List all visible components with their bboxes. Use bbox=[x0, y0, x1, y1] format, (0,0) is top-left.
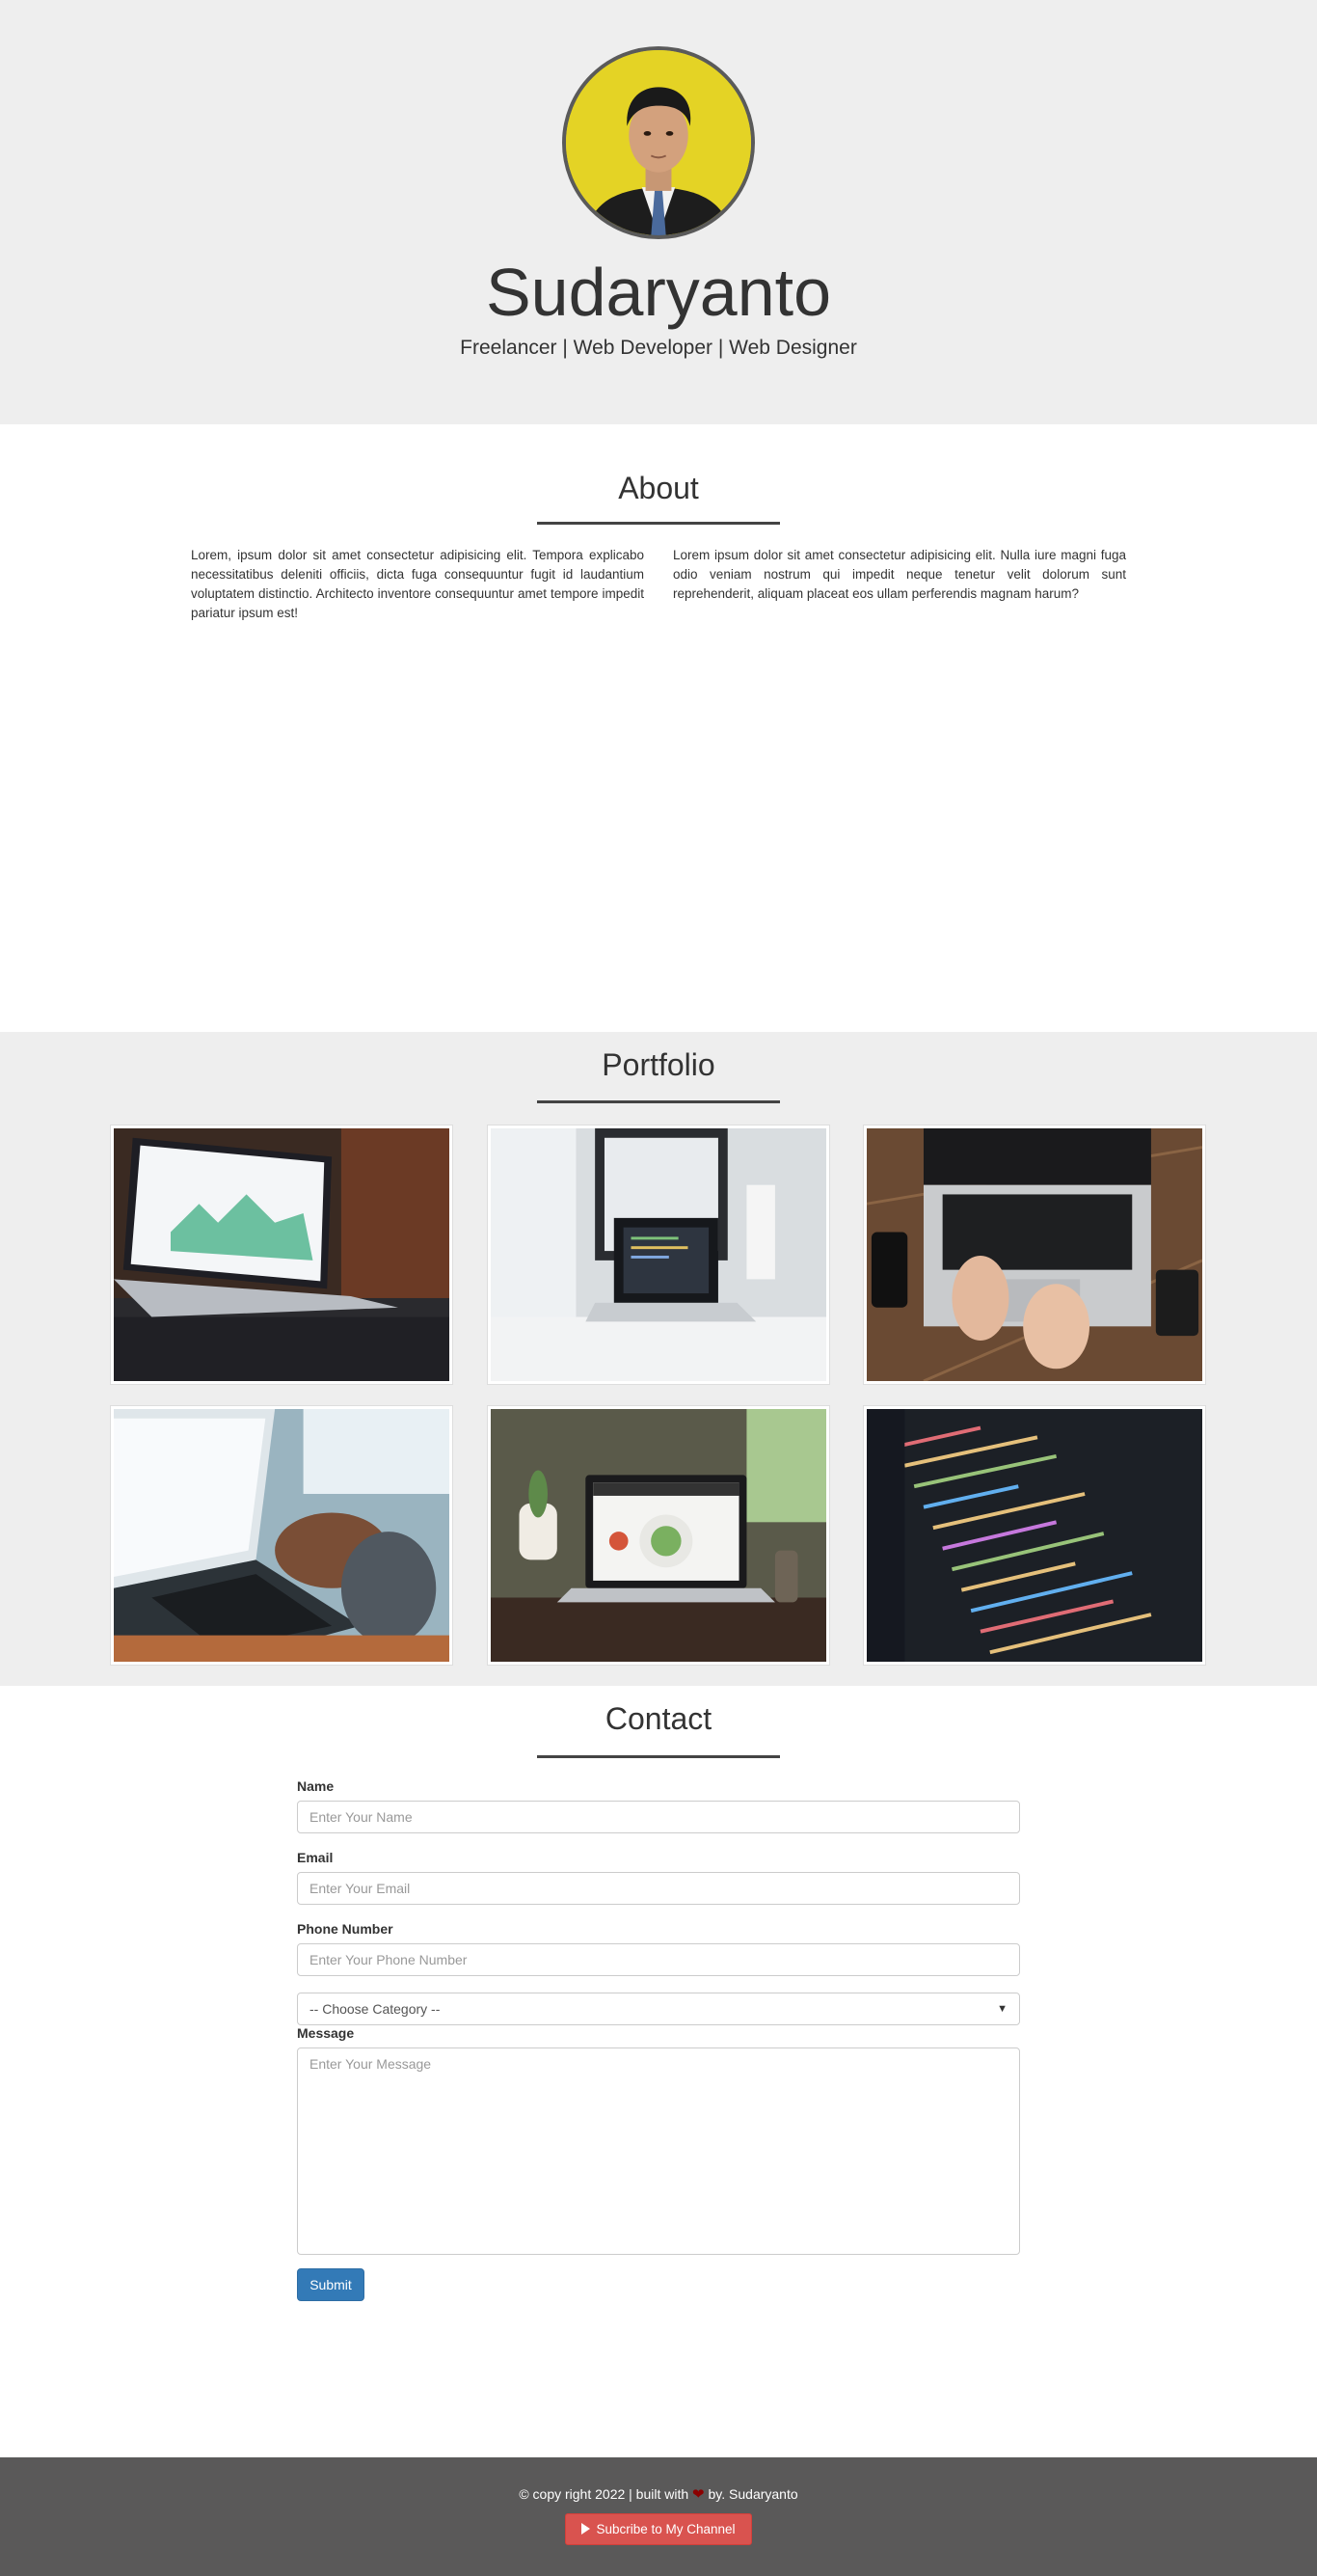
portfolio-section: Portfolio bbox=[0, 1032, 1317, 1686]
portfolio-divider bbox=[537, 1100, 780, 1103]
subscribe-label: Subcribe to My Channel bbox=[596, 2522, 736, 2536]
portfolio-title: Portfolio bbox=[602, 1047, 715, 1082]
portfolio-thumbnail-5[interactable] bbox=[488, 1406, 829, 1665]
message-label: Message bbox=[297, 2025, 355, 2041]
hero-name: Sudaryanto bbox=[485, 255, 832, 330]
name-input[interactable] bbox=[297, 1801, 1020, 1833]
about-divider bbox=[537, 522, 780, 525]
hero-section: Sudaryanto Freelancer | Web Developer | … bbox=[0, 0, 1317, 424]
portfolio-thumbnail-4[interactable] bbox=[111, 1406, 452, 1665]
portfolio-thumbnail-6[interactable] bbox=[864, 1406, 1205, 1665]
portfolio-thumbnail-2[interactable] bbox=[488, 1125, 829, 1384]
hero-tagline: Freelancer | Web Developer | Web Designe… bbox=[460, 337, 857, 359]
contact-divider bbox=[537, 1755, 780, 1758]
about-section: About Lorem, ipsum dolor sit amet consec… bbox=[0, 424, 1317, 1032]
play-icon bbox=[581, 2523, 591, 2535]
laptop-dashboard-image bbox=[114, 1128, 449, 1381]
submit-button[interactable]: Submit bbox=[297, 2268, 364, 2301]
email-input[interactable] bbox=[297, 1872, 1020, 1905]
heart-icon: ❤ bbox=[692, 2486, 705, 2503]
email-label: Email bbox=[297, 1850, 334, 1865]
contact-section: Contact Name Email Phone Number -- Choos… bbox=[0, 1686, 1317, 2457]
hands-typing-laptop-image bbox=[867, 1128, 1202, 1381]
phone-label: Phone Number bbox=[297, 1921, 393, 1937]
category-select-value: -- Choose Category -- bbox=[309, 2001, 441, 2017]
contact-title: Contact bbox=[605, 1701, 712, 1736]
desk-laptop-code-image bbox=[491, 1128, 826, 1381]
phone-input[interactable] bbox=[297, 1943, 1020, 1976]
copyright-text: © copy right 2022 | built with ❤ by. Sud… bbox=[0, 2484, 1317, 2505]
code-screen-image bbox=[867, 1409, 1202, 1662]
category-select[interactable]: -- Choose Category -- ▼ bbox=[297, 1993, 1020, 2025]
subscribe-channel-button[interactable]: Subcribe to My Channel bbox=[565, 2513, 752, 2545]
profile-photo-image bbox=[566, 50, 751, 235]
portfolio-thumbnail-3[interactable] bbox=[864, 1125, 1205, 1384]
typing-closeup-image bbox=[114, 1409, 449, 1662]
profile-avatar bbox=[562, 46, 755, 239]
portfolio-thumbnail-1[interactable] bbox=[111, 1125, 452, 1384]
copyright-prefix: © copy right 2022 | built with bbox=[519, 2486, 689, 2502]
copyright-suffix: by. Sudaryanto bbox=[708, 2486, 798, 2502]
footer: © copy right 2022 | built with ❤ by. Sud… bbox=[0, 2457, 1317, 2576]
about-text-left: Lorem, ipsum dolor sit amet consectetur … bbox=[191, 548, 644, 620]
message-textarea[interactable] bbox=[297, 2047, 1020, 2255]
about-title: About bbox=[618, 471, 699, 505]
laptop-food-website-image bbox=[491, 1409, 826, 1662]
about-text-right: Lorem ipsum dolor sit amet consectetur a… bbox=[673, 548, 1126, 601]
name-label: Name bbox=[297, 1778, 335, 1794]
chevron-down-icon: ▼ bbox=[997, 2003, 1008, 2015]
